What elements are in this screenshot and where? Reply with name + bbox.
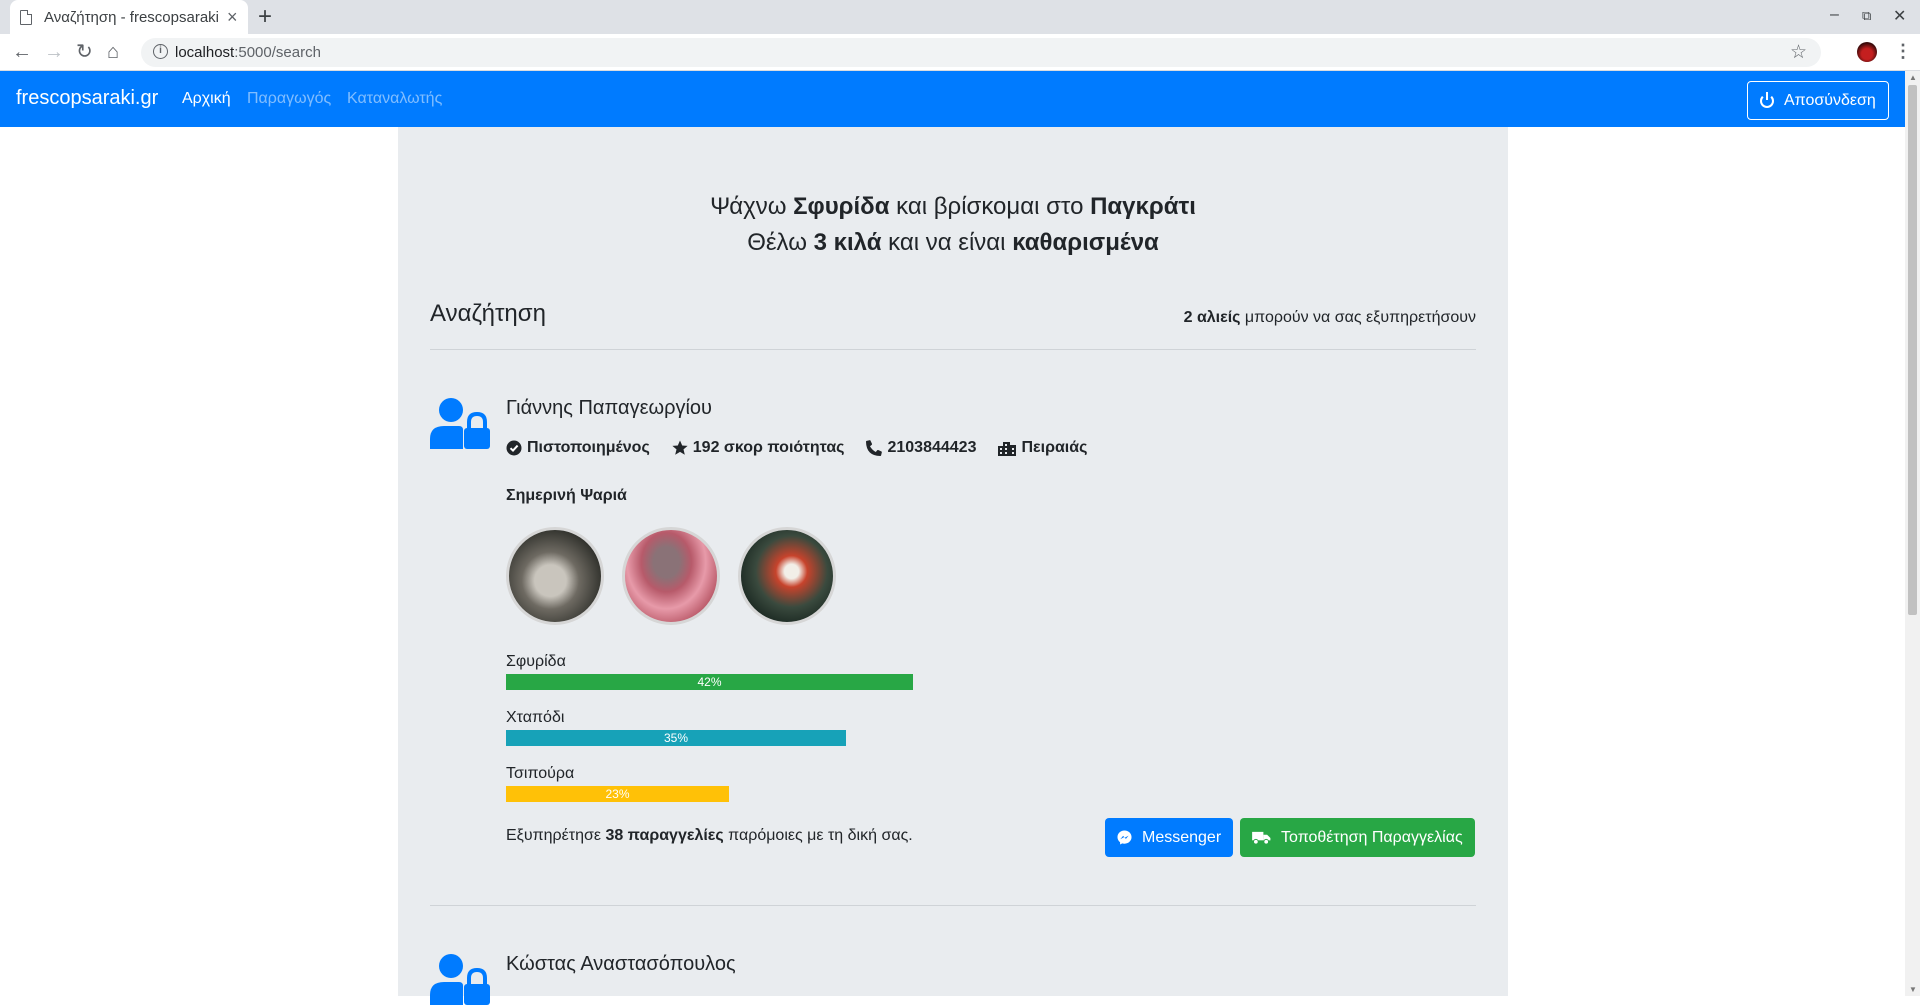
summary-line-2: Θέλω 3 κιλά και να είναι καθαρισμένα [747, 229, 1159, 256]
logout-label: Αποσύνδεση [1784, 91, 1876, 109]
catch-label-1: Σφυρίδα [506, 653, 566, 670]
back-icon[interactable]: ← [12, 41, 32, 63]
city: Πειραιάς [998, 439, 1087, 457]
brand-link[interactable]: frescopsaraki.gr [16, 87, 158, 110]
place-order-label: Τοποθέτηση Παραγγελίας [1281, 828, 1463, 846]
search-summary: Ψάχνω Σφυρίδα και βρίσκομαι στο Παγκράτι… [398, 189, 1508, 261]
star-icon [672, 440, 688, 455]
menu-icon[interactable]: ⋮ [1894, 40, 1912, 62]
catch-progress-1: 42% [506, 674, 913, 690]
verified-text: Πιστοποιημένος [527, 439, 650, 456]
site-navbar: frescopsaraki.gr Αρχική Παραγωγός Κατανα… [0, 71, 1905, 127]
restore-icon[interactable]: ⧉ [1862, 8, 1871, 24]
fisherman-name: Γιάννης Παπαγεωργίου [506, 397, 712, 419]
page-scrollbar[interactable]: ▲ ▼ [1905, 71, 1920, 996]
fisherman-meta: Πιστοποιημένος 192 σκορ ποιότητας 210384… [506, 439, 1087, 457]
summary-line-1: Ψάχνω Σφυρίδα και βρίσκομαι στο Παγκράτι [710, 193, 1196, 220]
catch-label-2: Χταπόδι [506, 709, 565, 726]
bookmark-star-icon[interactable]: ☆ [1790, 41, 1807, 64]
fish-photo-1[interactable] [506, 527, 604, 625]
url-text: localhost:5000/search [175, 44, 321, 61]
fish-photo-2[interactable] [622, 527, 720, 625]
messenger-label: Messenger [1142, 828, 1222, 846]
place-order-button[interactable]: Τοποθέτηση Παραγγελίας [1240, 818, 1475, 857]
browser-toolbar: ← → ↻ ⌂ i localhost:5000/search ☆ ⋮ [0, 34, 1920, 71]
user-lock-icon [430, 954, 490, 1005]
divider [430, 905, 1476, 906]
city-text: Πειραιάς [1021, 439, 1088, 456]
todays-catch-label: Σημερινή Ψαριά [506, 487, 627, 504]
tab-title: Αναζήτηση - frescopsaraki.gr [44, 8, 219, 26]
nav-link-consumer[interactable]: Καταναλωτής [347, 90, 442, 108]
minimize-icon[interactable]: – [1830, 6, 1839, 24]
phone-number: 2103844423 [866, 439, 976, 457]
power-icon [1760, 91, 1774, 108]
search-title: Αναζήτηση [430, 300, 546, 327]
reload-icon[interactable]: ↻ [76, 41, 93, 63]
browser-tabstrip: Αναζήτηση - frescopsaraki.gr × + – ⧉ ✕ [0, 0, 1920, 34]
phone-text: 2103844423 [887, 439, 977, 456]
nav-link-home[interactable]: Αρχική [182, 90, 231, 108]
browser-tab[interactable]: Αναζήτηση - frescopsaraki.gr × [10, 0, 248, 34]
logout-button[interactable]: Αποσύνδεση [1747, 81, 1889, 120]
phone-icon [866, 440, 883, 456]
fisherman-name: Κώστας Αναστασόπουλος [506, 953, 736, 975]
divider [430, 349, 1476, 350]
city-icon [998, 442, 1017, 456]
quality-score: 192 σκορ ποιότητας [672, 439, 845, 457]
document-icon [20, 9, 32, 25]
close-tab-icon[interactable]: × [227, 8, 238, 26]
orders-served: Εξυπηρέτησε 38 παραγγελίες παρόμοιες με … [506, 827, 913, 844]
results-count: 2 αλιείς μπορούν να σας εξυπηρετήσουν [1183, 309, 1476, 326]
search-panel: Ψάχνω Σφυρίδα και βρίσκομαι στο Παγκράτι… [398, 127, 1508, 1005]
new-tab-icon[interactable]: + [258, 4, 272, 30]
scroll-down-icon[interactable]: ▼ [1909, 985, 1917, 994]
address-bar[interactable]: i localhost:5000/search ☆ [141, 38, 1821, 67]
window-close-icon[interactable]: ✕ [1893, 6, 1906, 26]
fish-photo-3[interactable] [738, 527, 836, 625]
messenger-icon [1117, 830, 1132, 845]
check-circle-icon [506, 440, 522, 456]
shipping-fast-icon [1252, 831, 1271, 845]
nav-link-producer[interactable]: Παραγωγός [247, 90, 331, 108]
verified-badge: Πιστοποιημένος [506, 439, 650, 457]
user-lock-icon [430, 398, 490, 449]
info-icon[interactable]: i [153, 44, 168, 59]
messenger-button[interactable]: Messenger [1105, 818, 1234, 857]
scroll-up-icon[interactable]: ▲ [1909, 73, 1917, 82]
catch-progress-2: 35% [506, 730, 846, 746]
profile-avatar[interactable] [1857, 42, 1877, 62]
score-text: 192 σκορ ποιότητας [692, 439, 845, 456]
forward-icon[interactable]: → [44, 41, 64, 63]
home-icon[interactable]: ⌂ [107, 41, 119, 63]
scrollbar-thumb[interactable] [1908, 85, 1917, 615]
catch-label-3: Τσιπούρα [506, 765, 575, 782]
catch-progress-3: 23% [506, 786, 729, 802]
